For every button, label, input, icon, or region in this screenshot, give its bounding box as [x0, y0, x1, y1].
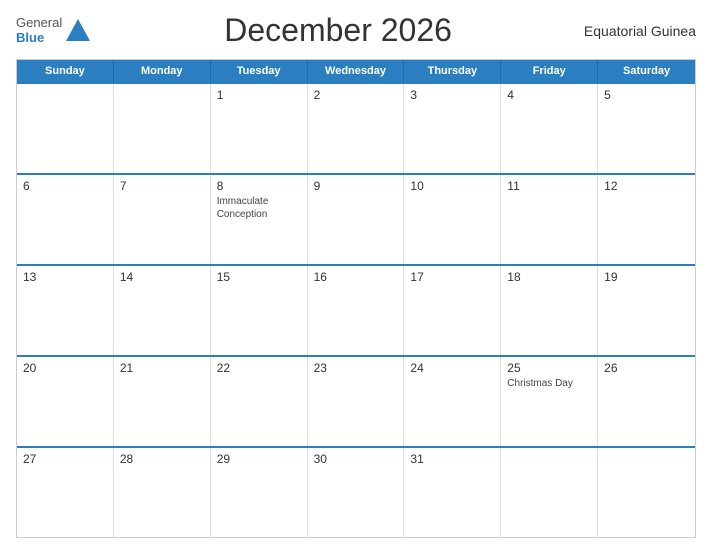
day-number: 22	[217, 361, 301, 375]
calendar-cell: 16	[308, 266, 405, 355]
calendar-cell: 27	[17, 448, 114, 537]
calendar-cell: 24	[404, 357, 501, 446]
calendar-week-5: 27 28 29 30 31	[17, 446, 695, 537]
calendar-cell: 18	[501, 266, 598, 355]
day-number: 8	[217, 179, 301, 193]
calendar-cell: 26	[598, 357, 695, 446]
header-day-monday: Monday	[114, 60, 211, 82]
page-title: December 2026	[224, 12, 452, 49]
calendar-cell	[501, 448, 598, 537]
country-label: Equatorial Guinea	[584, 23, 696, 39]
calendar-week-1: 12345	[17, 82, 695, 173]
day-number: 10	[410, 179, 494, 193]
calendar-cell: 23	[308, 357, 405, 446]
calendar-week-2: 678 Immaculate Conception 9 10 11 12	[17, 173, 695, 264]
calendar-cell: 3	[404, 84, 501, 173]
event-label: Christmas Day	[507, 377, 591, 390]
day-number: 16	[314, 270, 398, 284]
calendar-body: 12345678Immaculate Conception91011121314…	[17, 82, 695, 537]
calendar-cell: 4	[501, 84, 598, 173]
day-number: 28	[120, 452, 204, 466]
calendar-cell: 6	[17, 175, 114, 264]
header-day-friday: Friday	[501, 60, 598, 82]
day-number: 31	[410, 452, 494, 466]
day-number: 13	[23, 270, 107, 284]
calendar: SundayMondayTuesdayWednesdayThursdayFrid…	[16, 59, 696, 538]
day-number: 26	[604, 361, 689, 375]
calendar-week-3: 13 14 15 16 17 18 19	[17, 264, 695, 355]
logo-blue: Blue	[16, 31, 62, 45]
logo-icon	[64, 17, 92, 45]
header-day-tuesday: Tuesday	[211, 60, 308, 82]
calendar-cell: 25 Christmas Day	[501, 357, 598, 446]
day-number: 5	[604, 88, 689, 102]
day-number: 1	[217, 88, 301, 102]
day-number: 29	[217, 452, 301, 466]
day-number: 9	[314, 179, 398, 193]
calendar-cell: 10	[404, 175, 501, 264]
day-number: 17	[410, 270, 494, 284]
day-number: 24	[410, 361, 494, 375]
header-day-sunday: Sunday	[17, 60, 114, 82]
logo: General Blue	[16, 16, 92, 45]
calendar-cell: 12	[598, 175, 695, 264]
calendar-cell: 19	[598, 266, 695, 355]
calendar-cell: 30	[308, 448, 405, 537]
day-number: 14	[120, 270, 204, 284]
calendar-cell: 17	[404, 266, 501, 355]
day-number: 15	[217, 270, 301, 284]
calendar-cell: 28	[114, 448, 211, 537]
event-label: Immaculate Conception	[217, 195, 301, 221]
calendar-cell: 29	[211, 448, 308, 537]
day-number: 25	[507, 361, 591, 375]
day-number: 11	[507, 179, 591, 193]
day-number: 20	[23, 361, 107, 375]
day-number: 30	[314, 452, 398, 466]
day-number: 19	[604, 270, 689, 284]
calendar-cell: 8 Immaculate Conception	[211, 175, 308, 264]
day-number: 18	[507, 270, 591, 284]
calendar-cell: 7	[114, 175, 211, 264]
day-number: 23	[314, 361, 398, 375]
calendar-cell: 5	[598, 84, 695, 173]
logo-text: General Blue	[16, 16, 62, 45]
header-day-wednesday: Wednesday	[308, 60, 405, 82]
calendar-cell	[17, 84, 114, 173]
calendar-cell: 15	[211, 266, 308, 355]
day-number: 6	[23, 179, 107, 193]
calendar-cell: 9	[308, 175, 405, 264]
calendar-cell: 20	[17, 357, 114, 446]
calendar-cell: 13	[17, 266, 114, 355]
header: General Blue December 2026 Equatorial Gu…	[16, 12, 696, 49]
header-day-saturday: Saturday	[598, 60, 695, 82]
calendar-cell	[114, 84, 211, 173]
calendar-week-4: 20 21 22 23 24 25 Christmas Day 26	[17, 355, 695, 446]
day-number: 7	[120, 179, 204, 193]
day-number: 21	[120, 361, 204, 375]
calendar-cell: 2	[308, 84, 405, 173]
calendar-cell: 21	[114, 357, 211, 446]
calendar-cell: 22	[211, 357, 308, 446]
calendar-header: SundayMondayTuesdayWednesdayThursdayFrid…	[17, 60, 695, 82]
logo-general: General	[16, 16, 62, 30]
day-number: 3	[410, 88, 494, 102]
calendar-cell	[598, 448, 695, 537]
day-number: 27	[23, 452, 107, 466]
calendar-cell: 14	[114, 266, 211, 355]
calendar-cell: 1	[211, 84, 308, 173]
day-number: 2	[314, 88, 398, 102]
calendar-cell: 31	[404, 448, 501, 537]
day-number: 4	[507, 88, 591, 102]
day-number: 12	[604, 179, 689, 193]
page: General Blue December 2026 Equatorial Gu…	[0, 0, 712, 550]
header-day-thursday: Thursday	[404, 60, 501, 82]
calendar-cell: 11	[501, 175, 598, 264]
